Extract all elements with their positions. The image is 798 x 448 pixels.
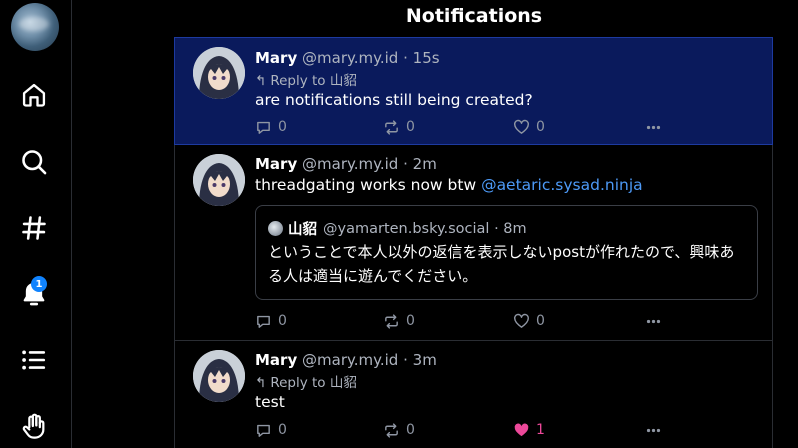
reply-icon — [257, 315, 270, 328]
notification-badge: 1 — [31, 276, 47, 292]
more-icon — [646, 319, 661, 323]
post-text: are notifications still being created? — [255, 91, 533, 109]
notification-feed: Mary @mary.my.id · 15s ↰ Reply to 山貂 are … — [174, 37, 773, 448]
notification-item[interactable]: Mary @mary.my.id · 3m ↰ Reply to 山貂 test … — [174, 341, 773, 448]
hand-icon — [22, 413, 45, 439]
list-icon — [22, 350, 46, 370]
like-count: 1 — [536, 422, 545, 438]
nav-rail: 1 — [0, 0, 72, 448]
heart-filled-icon — [514, 423, 529, 436]
author-avatar[interactable] — [193, 350, 245, 402]
author-name[interactable]: Mary — [255, 351, 297, 369]
repost-icon — [385, 422, 398, 438]
author-name[interactable]: Mary — [255, 49, 297, 67]
user-avatar[interactable] — [11, 3, 59, 51]
reply-icon — [257, 121, 270, 134]
meta-separator: · — [403, 351, 408, 369]
page-title: Notifications — [405, 5, 543, 27]
post-text-body: threadgating works now btw — [255, 176, 482, 194]
home-icon — [22, 83, 46, 107]
heart-icon — [514, 119, 529, 134]
nav-home[interactable] — [14, 75, 54, 115]
heart-icon — [514, 313, 529, 328]
reply-to-label: Reply to 山貂 — [270, 375, 357, 391]
meta-separator: · — [403, 155, 408, 173]
more-options-button[interactable] — [645, 311, 662, 331]
avatar-image — [193, 350, 245, 402]
post-actions: 0 0 0 — [255, 117, 665, 137]
meta-separator: · — [403, 49, 408, 67]
post-body: Mary @mary.my.id · 15s ↰ Reply to 山貂 are … — [255, 49, 756, 109]
author-handle[interactable]: @mary.my.id — [302, 49, 398, 67]
hash-icon — [22, 216, 46, 240]
reply-to-label: Reply to 山貂 — [270, 73, 357, 89]
reply-arrow-icon: ↰ — [255, 375, 267, 391]
quote-text: ということで本人以外の返信を表示しないpostが作れたので、興味ある人は適当に遊… — [268, 243, 735, 285]
quote-timestamp: 8m — [503, 220, 527, 237]
like-count: 0 — [536, 313, 545, 329]
author-handle[interactable]: @mary.my.id — [302, 351, 398, 369]
repost-count: 0 — [406, 119, 415, 135]
post-actions: 0 0 0 — [255, 311, 665, 331]
reply-button[interactable]: 0 — [255, 117, 287, 137]
quoted-post[interactable]: 山貂 @yamarten.bsky.social · 8m ということで本人以外… — [255, 205, 758, 300]
nav-feeds[interactable] — [14, 208, 54, 248]
like-count: 0 — [536, 119, 545, 135]
post-timestamp[interactable]: 3m — [413, 351, 437, 369]
more-icon — [646, 125, 661, 129]
reply-button[interactable]: 0 — [255, 420, 287, 440]
author-avatar[interactable] — [193, 47, 245, 99]
post-body: Mary @mary.my.id · 2m threadgating works… — [255, 155, 756, 194]
post-meta: Mary @mary.my.id · 3m — [255, 351, 756, 369]
repost-icon — [385, 119, 398, 135]
reply-button[interactable]: 0 — [255, 311, 287, 331]
mention-link[interactable]: @aetaric.sysad.ninja — [481, 176, 643, 194]
like-button[interactable]: 0 — [513, 117, 545, 137]
post-actions: 0 0 1 — [255, 420, 665, 440]
more-options-button[interactable] — [645, 420, 662, 440]
notification-item[interactable]: Mary @mary.my.id · 15s ↰ Reply to 山貂 are … — [174, 37, 773, 145]
reply-to-indicator[interactable]: ↰ Reply to 山貂 — [255, 69, 756, 89]
avatar-image — [193, 154, 245, 206]
repost-button[interactable]: 0 — [383, 420, 415, 440]
repost-count: 0 — [406, 422, 415, 438]
post-meta: Mary @mary.my.id · 2m — [255, 155, 756, 173]
quote-author-handle: @yamarten.bsky.social — [323, 220, 490, 237]
quote-author-avatar — [268, 221, 283, 236]
reply-count: 0 — [278, 422, 287, 438]
post-timestamp[interactable]: 2m — [413, 155, 437, 173]
reply-to-indicator[interactable]: ↰ Reply to 山貂 — [255, 371, 756, 391]
meta-separator: · — [494, 220, 499, 237]
post-text: threadgating works now btw @aetaric.sysa… — [255, 176, 756, 194]
post-text: test — [255, 393, 285, 411]
reply-count: 0 — [278, 119, 287, 135]
notification-item[interactable]: Mary @mary.my.id · 2m threadgating works… — [174, 145, 773, 341]
post-meta: Mary @mary.my.id · 15s — [255, 49, 756, 67]
quote-author-name: 山貂 — [288, 222, 317, 238]
more-icon — [646, 428, 661, 432]
post-timestamp[interactable]: 15s — [413, 49, 440, 67]
quote-meta: 山貂 @yamarten.bsky.social · 8m — [268, 218, 527, 239]
nav-lists[interactable] — [14, 340, 54, 380]
author-avatar[interactable] — [193, 154, 245, 206]
reply-count: 0 — [278, 313, 287, 329]
nav-search[interactable] — [14, 142, 54, 182]
avatar-image — [193, 47, 245, 99]
repost-icon — [385, 313, 398, 329]
repost-count: 0 — [406, 313, 415, 329]
author-name[interactable]: Mary — [255, 155, 297, 173]
repost-button[interactable]: 0 — [383, 311, 415, 331]
author-handle[interactable]: @mary.my.id — [302, 155, 398, 173]
reply-icon — [257, 424, 270, 437]
repost-button[interactable]: 0 — [383, 117, 415, 137]
like-button[interactable]: 1 — [513, 420, 545, 440]
more-options-button[interactable] — [645, 117, 662, 137]
search-icon — [22, 150, 47, 175]
like-button[interactable]: 0 — [513, 311, 545, 331]
post-body: Mary @mary.my.id · 3m ↰ Reply to 山貂 test — [255, 351, 756, 411]
nav-moderation[interactable] — [14, 406, 54, 446]
reply-arrow-icon: ↰ — [255, 73, 267, 89]
